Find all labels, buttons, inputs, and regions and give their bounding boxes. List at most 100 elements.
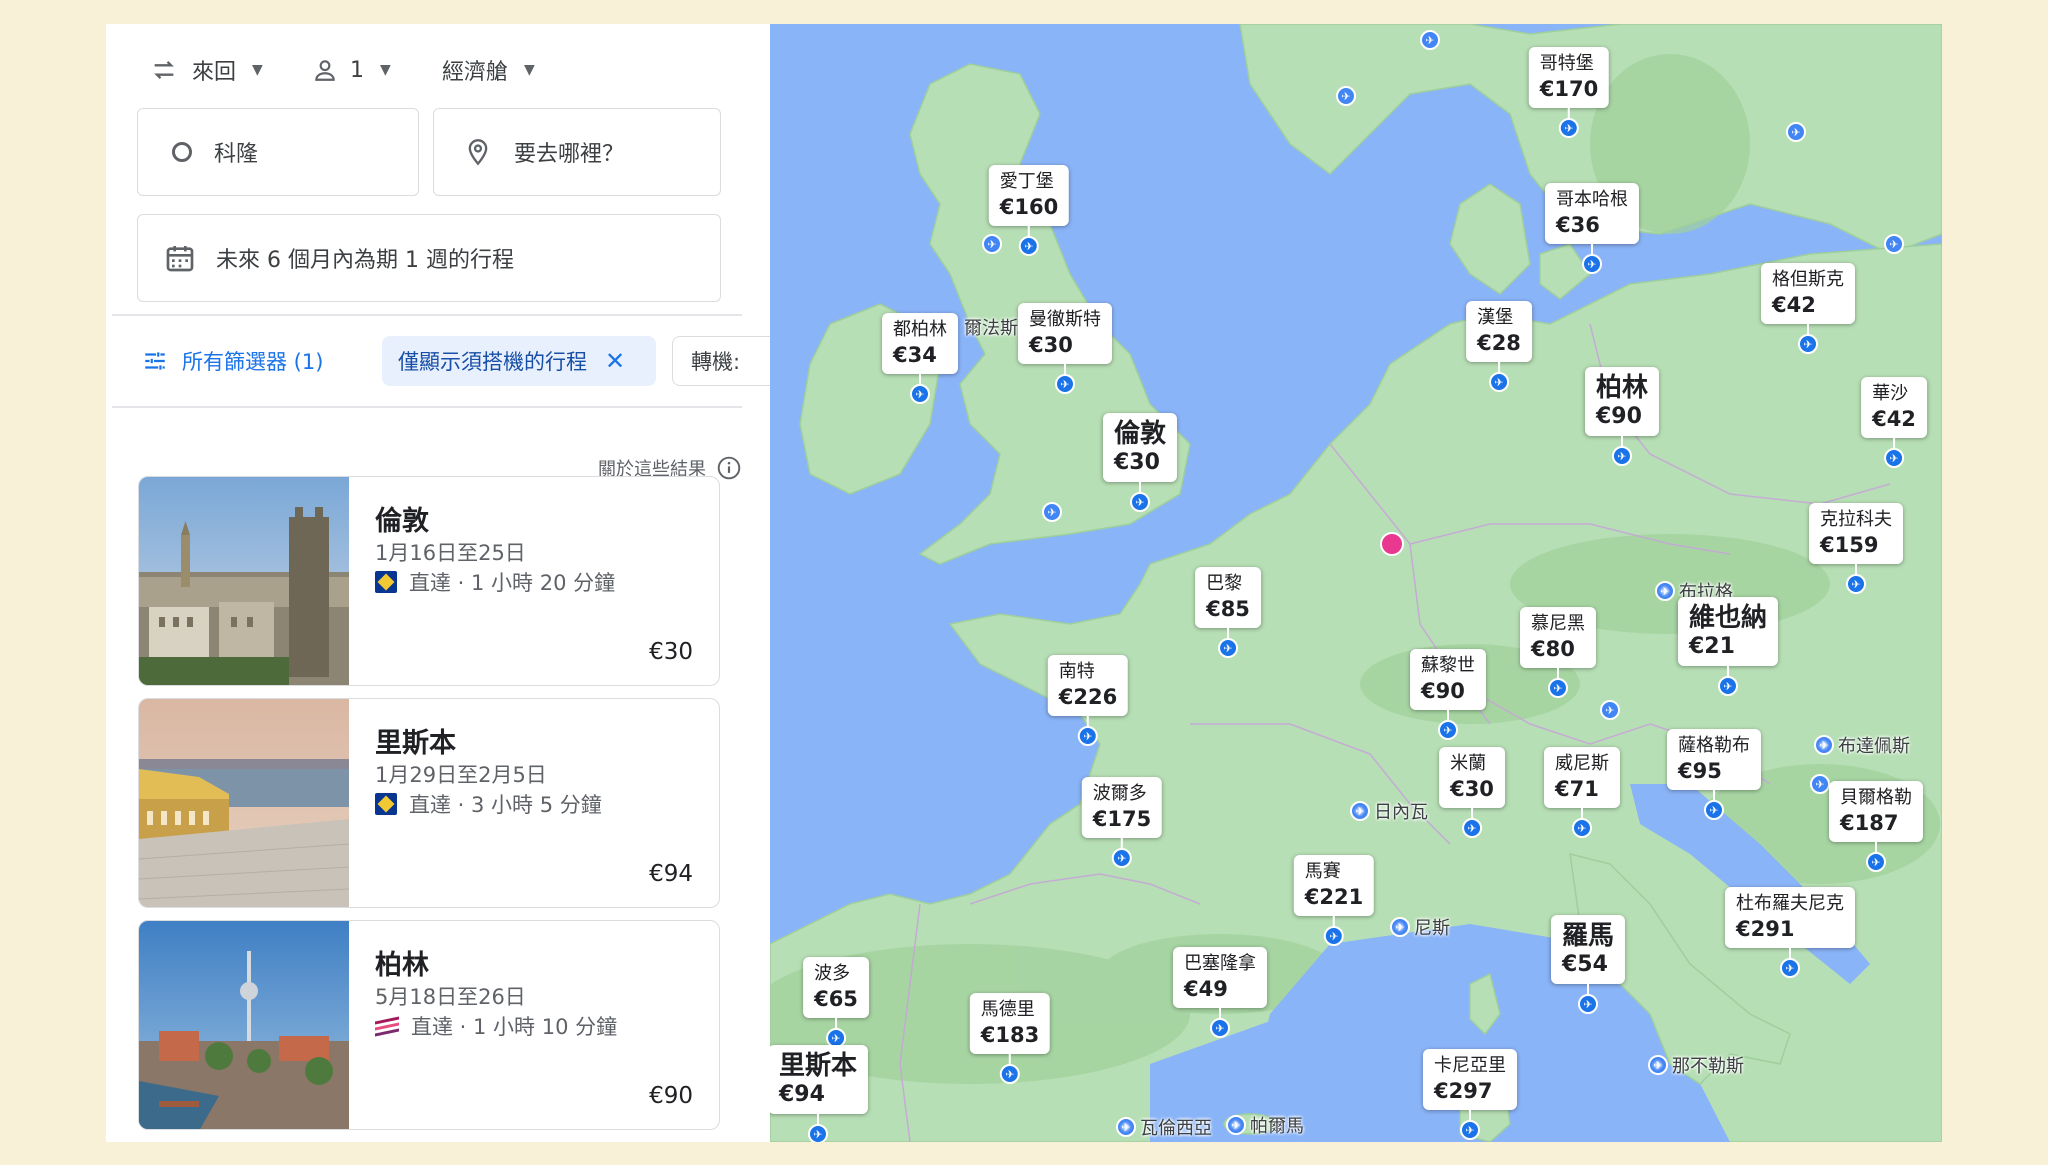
ryanair-logo-icon: [375, 793, 397, 815]
stops-filter-label: 轉機:: [691, 350, 741, 374]
destination-marker[interactable]: 米蘭 €30 ✈: [1439, 747, 1505, 838]
result-card[interactable]: 里斯本 1月29日至2月5日 直達 · 3 小時 5 分鐘 €94: [138, 698, 720, 908]
destination-marker[interactable]: 羅馬 €54 ✈: [1550, 915, 1626, 1014]
destination-marker[interactable]: 克拉科夫 €159 ✈: [1809, 503, 1903, 594]
destination-marker[interactable]: 卡尼亞里 €297 ✈: [1423, 1049, 1517, 1140]
airport-pin-icon: ✈: [1704, 800, 1724, 820]
airport-pin-icon: ✈: [1558, 118, 1579, 138]
destination-marker[interactable]: 貝爾格勒 €187 ✈: [1829, 781, 1923, 872]
map-label-palma: ✈ 帕爾馬: [1226, 1112, 1304, 1138]
destination-marker[interactable]: 馬賽 €221 ✈: [1293, 855, 1375, 946]
result-card[interactable]: 倫敦 1月16日至25日 直達 · 1 小時 20 分鐘 €30: [138, 476, 720, 686]
airport-pin[interactable]: ✈: [1648, 1055, 1668, 1075]
marker-city: 巴黎: [1206, 573, 1243, 594]
destination-marker[interactable]: 都柏林 €34 ✈: [882, 313, 958, 404]
airport-pin[interactable]: ✈: [1042, 502, 1062, 522]
trip-type-select[interactable]: 來回 ▼: [150, 50, 263, 90]
destination-marker[interactable]: 哥本哈根 €36 ✈: [1545, 183, 1639, 274]
destination-marker[interactable]: 巴黎 €85 ✈: [1195, 567, 1261, 658]
destination-field[interactable]: 要去哪裡？: [433, 108, 721, 196]
marker-bubble: 哥特堡 €170: [1528, 47, 1610, 108]
airport-pin-icon: ✈: [910, 384, 930, 404]
marker-price: €21: [1688, 634, 1735, 659]
airplane-icon: ✈: [1329, 929, 1339, 943]
marker-city: 格但斯克: [1772, 269, 1844, 290]
map-label-text: 布達佩斯: [1838, 736, 1910, 757]
destination-marker[interactable]: 波爾多 €175 ✈: [1081, 777, 1163, 868]
close-icon[interactable]: ✕: [605, 347, 625, 375]
destination-marker[interactable]: 里斯本 €94 ✈: [770, 1045, 869, 1142]
destination-marker[interactable]: 曼徹斯特 €30 ✈: [1018, 303, 1112, 394]
marker-price: €49: [1184, 977, 1228, 1001]
airport-pin[interactable]: ✈: [1655, 581, 1675, 601]
marker-bubble: 米蘭 €30: [1439, 747, 1505, 808]
marker-bubble: 杜布羅夫尼克 €291: [1725, 887, 1855, 948]
marker-price: €36: [1556, 213, 1600, 237]
destination-marker[interactable]: 波多 €65 ✈: [803, 957, 869, 1048]
airplane-icon: ✈: [1723, 679, 1733, 693]
date-range-value: 未來 6 個月內為期 1 週的行程: [216, 248, 514, 273]
result-card[interactable]: 柏林 5月18日至26日 直達 · 1 小時 10 分鐘 €90: [138, 920, 720, 1130]
tune-icon: [145, 352, 165, 370]
all-filters-button[interactable]: 所有篩選器 (1): [142, 336, 323, 386]
destination-marker[interactable]: 柏林 €90 ✈: [1584, 367, 1660, 466]
destination-marker[interactable]: 漢堡 €28 ✈: [1466, 301, 1532, 392]
airplane-icon: ✈: [1047, 505, 1057, 519]
marker-city: 卡尼亞里: [1434, 1055, 1506, 1076]
marker-bubble: 華沙 €42: [1861, 377, 1927, 438]
destination-marker[interactable]: 哥特堡 €170 ✈: [1528, 47, 1610, 138]
marker-price: €160: [999, 195, 1059, 219]
airport-pin[interactable]: ✈: [1810, 774, 1830, 794]
map-label-geneva: ✈ 日內瓦: [1350, 798, 1428, 824]
airport-pin[interactable]: ✈: [1336, 86, 1356, 106]
destination-marker[interactable]: 馬德里 €183 ✈: [969, 993, 1051, 1084]
airport-pin[interactable]: ✈: [1226, 1115, 1246, 1135]
destination-marker[interactable]: 威尼斯 €71 ✈: [1544, 747, 1620, 838]
airplane-icon: ✈: [831, 1031, 841, 1045]
destination-marker[interactable]: 倫敦 €30 ✈: [1102, 413, 1178, 512]
airport-pin[interactable]: ✈: [1350, 801, 1370, 821]
airport-pin[interactable]: ✈: [1884, 234, 1904, 254]
airport-pin[interactable]: ✈: [1390, 917, 1410, 937]
stops-filter-chip[interactable]: 轉機:: [672, 336, 770, 386]
destination-marker[interactable]: 巴塞隆拿 €49 ✈: [1173, 947, 1267, 1038]
marker-city: 貝爾格勒: [1840, 787, 1912, 808]
marker-stem: [1893, 438, 1895, 448]
airport-pin[interactable]: ✈: [1786, 122, 1806, 142]
airport-pin-icon: ✈: [1111, 848, 1132, 868]
airplane-icon: ✈: [1465, 1123, 1475, 1137]
airport-pin[interactable]: ✈: [1116, 1117, 1136, 1137]
marker-stem: [1581, 808, 1583, 818]
result-city: 里斯本: [375, 728, 456, 759]
date-range-field[interactable]: 未來 6 個月內為期 1 週的行程: [137, 214, 721, 302]
airplane-icon: ✈: [915, 387, 925, 401]
flights-only-chip[interactable]: 僅顯示須搭機的行程 ✕: [382, 336, 656, 386]
marker-stem: [1471, 808, 1473, 818]
airport-pin-icon: ✈: [1489, 372, 1509, 392]
airplane-icon: ✈: [1583, 997, 1593, 1011]
destination-marker[interactable]: 愛丁堡 €160 ✈: [988, 165, 1070, 256]
passengers-select[interactable]: 1 ▼: [312, 50, 391, 90]
airport-pin[interactable]: ✈: [1600, 700, 1620, 720]
origin-field[interactable]: 科隆: [137, 108, 419, 196]
destination-marker[interactable]: 華沙 €42 ✈: [1861, 377, 1927, 468]
destination-marker[interactable]: 南特 €226 ✈: [1047, 655, 1129, 746]
airport-pin[interactable]: ✈: [1814, 735, 1834, 755]
result-city: 柏林: [375, 950, 429, 981]
cabin-class-select[interactable]: 經濟艙 ▼: [442, 50, 535, 90]
destinations-map[interactable]: ✈ ✈ ✈ ✈ ✈ ✈ ✈ ✈ ✈ 布拉格 ✈ 布達佩斯 ✈ 日內瓦 ✈ 尼斯 ✈ 那不勒…: [770, 24, 1942, 1142]
airplane-icon: ✈: [1791, 125, 1801, 139]
airplane-icon: ✈: [1617, 449, 1627, 463]
destination-marker[interactable]: 格但斯克 €42 ✈: [1761, 263, 1855, 354]
marker-price: €71: [1555, 777, 1599, 801]
airplane-icon: ✈: [1425, 33, 1435, 47]
airplane-icon: ✈: [1223, 641, 1233, 655]
destination-marker[interactable]: 薩格勒布 €95 ✈: [1667, 729, 1761, 820]
destination-marker[interactable]: 杜布羅夫尼克 €291 ✈: [1725, 887, 1855, 978]
destination-marker[interactable]: 維也納 €21 ✈: [1677, 597, 1779, 696]
marker-stem: [1586, 984, 1589, 994]
airport-pin[interactable]: ✈: [1420, 30, 1440, 50]
destination-marker[interactable]: 蘇黎世 €90 ✈: [1410, 649, 1486, 740]
destination-marker[interactable]: 慕尼黑 €80 ✈: [1520, 607, 1596, 698]
divider: [112, 406, 742, 408]
